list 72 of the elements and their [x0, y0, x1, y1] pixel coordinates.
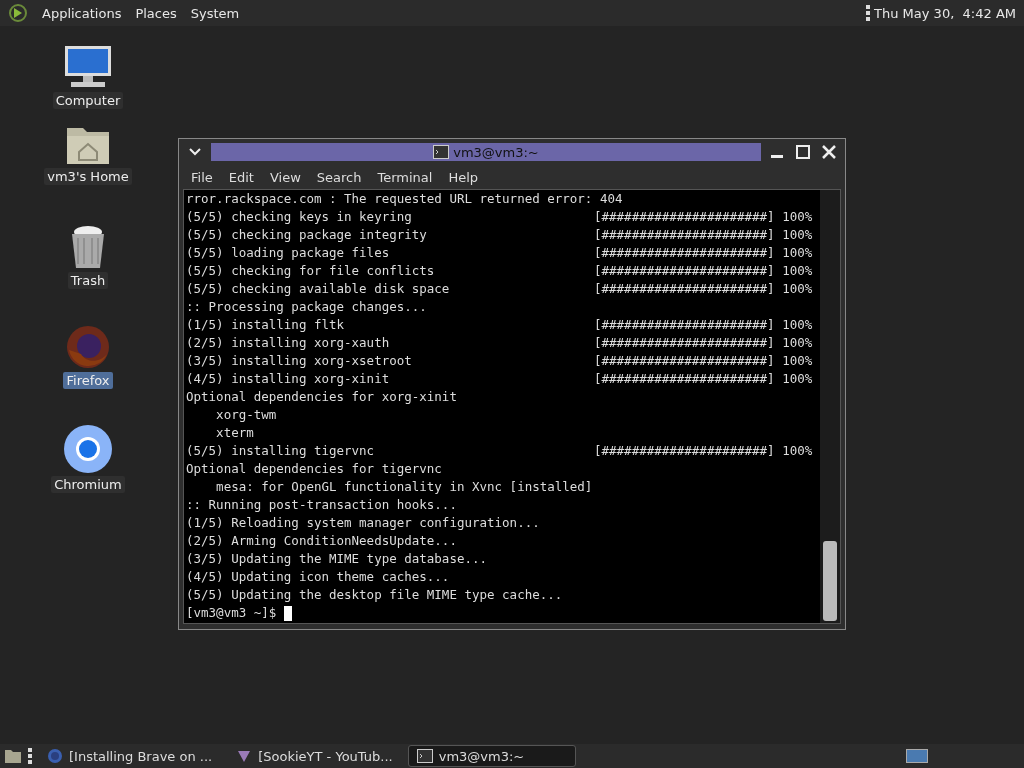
menu-item[interactable]: Search: [308, 169, 370, 185]
taskbar-task[interactable]: [SookieYT - YouTub...: [227, 745, 402, 767]
terminal-line: (2/5) Arming ConditionNeedsUpdate...: [186, 532, 458, 550]
terminal-line: (4/5) installing xorg-xinit: [186, 370, 391, 388]
desktop-icon-label[interactable]: Computer: [52, 92, 124, 109]
workspace-switcher-icon[interactable]: [906, 749, 928, 763]
terminal-line: (5/5) checking package integrity: [186, 226, 428, 244]
terminal-line: xterm: [215, 424, 255, 442]
terminal-line: (5/5) Updating the desktop file MIME type cache...: [186, 586, 564, 604]
terminal-line: xorg-twm: [215, 406, 278, 424]
terminal-line: (1/5) installing fltk: [186, 316, 346, 334]
menu-item[interactable]: Terminal: [369, 169, 441, 185]
terminal-icon: [416, 749, 433, 763]
menu-item[interactable]: Help: [440, 169, 487, 185]
desktop-icon-label[interactable]: Firefox: [63, 372, 113, 389]
handle-icon: [28, 748, 32, 764]
window-title: vm3@vm3:~: [453, 144, 539, 160]
distro-logo-icon: [8, 3, 28, 23]
progress-text: [######################] 100%: [594, 280, 814, 298]
terminal-line: (5/5) checking keys in keyring: [186, 208, 413, 226]
progress-text: [######################] 100%: [594, 226, 814, 244]
terminal-line: mesa: for OpenGL functionality in Xvnc [installed]: [215, 478, 594, 496]
prompt: [vm3@vm3 ~]$: [186, 604, 594, 622]
close-icon: [822, 145, 836, 159]
terminal-line: (5/5) installing tigervnc: [186, 442, 376, 460]
panel-menu[interactable]: System: [190, 5, 240, 21]
chevron-down-icon: [189, 148, 201, 156]
progress-text: [######################] 100%: [594, 316, 814, 334]
terminal-line: (5/5) checking for file conflicts: [186, 262, 436, 280]
scrollbar-thumb[interactable]: [823, 541, 837, 621]
progress-text: [######################] 100%: [594, 262, 814, 280]
minimize-icon: [771, 154, 783, 158]
clock[interactable]: Thu May 30, 4:42 AM: [874, 5, 1016, 21]
terminal-line: (1/5) Reloading system manager configuration...: [186, 514, 541, 532]
terminal-line: (4/5) Updating icon theme caches...: [186, 568, 451, 586]
desktop-icon-label[interactable]: Chromium: [51, 476, 125, 493]
progress-text: [######################] 100%: [594, 352, 814, 370]
maximize-icon: [796, 145, 810, 159]
desktop-icon-label[interactable]: Trash: [67, 272, 109, 289]
terminal-line: (5/5) checking available disk space: [186, 280, 451, 298]
firefox-icon: [65, 324, 111, 370]
terminal-line: :: Running post-transaction hooks...: [186, 496, 458, 514]
video-icon: [236, 748, 253, 764]
terminal-line: Optional dependencies for tigervnc: [186, 460, 443, 478]
cursor: [283, 606, 292, 621]
progress-text: [######################] 100%: [594, 442, 814, 460]
panel-menu[interactable]: Applications: [42, 5, 122, 21]
terminal-icon: [433, 145, 450, 159]
menu-item[interactable]: View: [261, 169, 309, 185]
progress-text: [######################] 100%: [594, 370, 814, 388]
file-manager-icon[interactable]: [4, 748, 22, 764]
handle-icon: [866, 5, 871, 21]
panel-menu[interactable]: Places: [135, 5, 177, 21]
terminal-line: (3/5) installing xorg-xsetroot: [186, 352, 413, 370]
taskbar-task[interactable]: [Installing Brave on ...: [38, 745, 222, 767]
chromium-icon: [63, 424, 113, 474]
terminal-line: rror.rackspace.com : The requested URL returned error: 404: [186, 190, 624, 208]
desktop-icon-label[interactable]: vm3's Home: [44, 168, 132, 185]
terminal-line: :: Processing package changes...: [186, 298, 428, 316]
menu-item[interactable]: File: [183, 169, 221, 185]
progress-text: [######################] 100%: [594, 244, 814, 262]
terminal-line: (2/5) installing xorg-xauth: [186, 334, 391, 352]
terminal-line: (3/5) Updating the MIME type database...: [186, 550, 489, 568]
terminal-line: (5/5) loading package files: [186, 244, 391, 262]
progress-text: [######################] 100%: [594, 334, 814, 352]
maximize-button[interactable]: [793, 142, 813, 162]
progress-text: [######################] 100%: [594, 208, 814, 226]
globe-icon: [47, 748, 63, 764]
taskbar-task[interactable]: vm3@vm3:~: [407, 745, 576, 767]
menu-item[interactable]: Edit: [220, 169, 262, 185]
computer-icon: [63, 44, 113, 90]
terminal-line: Optional dependencies for xorg-xinit: [186, 388, 458, 406]
